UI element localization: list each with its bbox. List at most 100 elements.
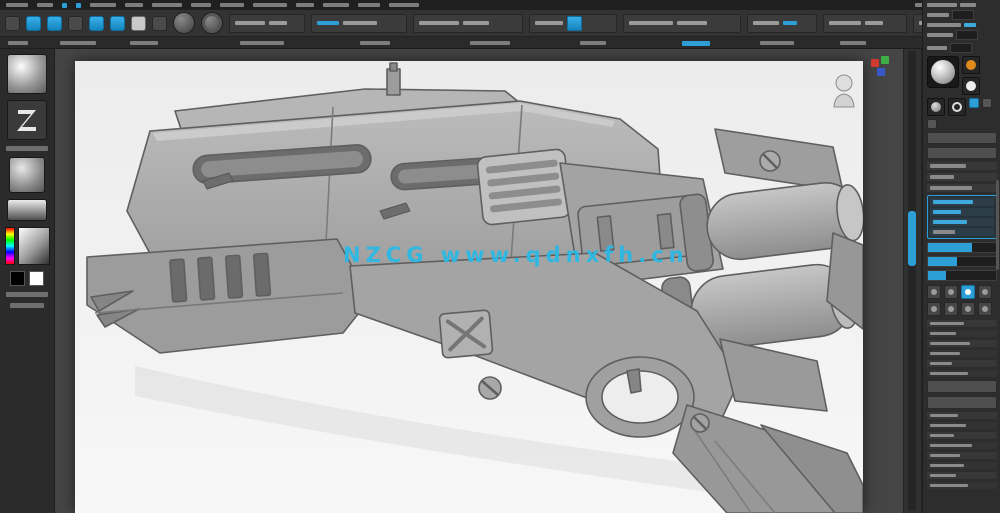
menu-blue-icon[interactable] [62, 3, 67, 8]
palette-section-row[interactable] [927, 482, 997, 489]
palette-wide-button[interactable] [927, 147, 997, 159]
palette-section-row[interactable] [927, 422, 997, 429]
palette-section-row[interactable] [927, 432, 997, 439]
menu-item[interactable] [152, 3, 182, 7]
menu-item[interactable] [253, 3, 287, 7]
brush-thumbnail[interactable] [7, 100, 47, 140]
palette-section-row[interactable] [927, 442, 997, 449]
saturation-value-box[interactable] [18, 227, 50, 265]
subbar-control[interactable] [760, 41, 794, 45]
menu-item[interactable] [323, 3, 349, 7]
mini-button-active[interactable] [969, 98, 979, 108]
tray-control[interactable] [6, 292, 48, 297]
tool-button-active[interactable] [89, 16, 104, 31]
bust-preview-icon[interactable] [831, 73, 857, 109]
value-box[interactable] [950, 43, 972, 53]
menu-item[interactable] [220, 3, 244, 7]
palette-section-row[interactable] [927, 462, 997, 469]
toolbar-group[interactable] [747, 14, 817, 33]
palette-header[interactable] [927, 13, 949, 17]
tool-button[interactable] [131, 16, 146, 31]
mini-button[interactable] [927, 119, 937, 129]
brush-alpha-icon[interactable] [201, 12, 223, 34]
value-box[interactable] [952, 10, 974, 20]
toolbar-group[interactable] [823, 14, 907, 33]
material-gray-icon[interactable] [927, 98, 945, 116]
gun-3d-model[interactable] [75, 61, 863, 513]
axis-x-icon[interactable] [871, 59, 879, 67]
subbar-control[interactable] [470, 41, 510, 45]
slider[interactable] [927, 242, 997, 253]
menu-item[interactable] [90, 3, 116, 7]
tool-button-active[interactable] [47, 16, 62, 31]
menu-item[interactable] [389, 3, 419, 7]
menu-item[interactable] [37, 3, 53, 7]
menu-item[interactable] [6, 3, 28, 7]
palette-row[interactable] [927, 162, 997, 170]
grid-button[interactable] [927, 285, 941, 299]
palette-section-row[interactable] [927, 472, 997, 479]
viewport[interactable]: NZCG www.qdnxfh.cn [55, 49, 905, 513]
palette-section-row[interactable] [927, 340, 997, 347]
palette-wide-button[interactable] [927, 396, 997, 409]
grid-button[interactable] [944, 285, 958, 299]
toolbar-group[interactable] [229, 14, 305, 33]
subbar-control[interactable] [360, 41, 390, 45]
axis-gizmo[interactable] [871, 56, 893, 78]
grid-button-active[interactable] [961, 285, 975, 299]
tool-button[interactable] [152, 16, 167, 31]
menu-blue-icon[interactable] [76, 3, 81, 8]
subbar-control[interactable] [240, 41, 284, 45]
palette-section-row[interactable] [927, 350, 997, 357]
active-tool-thumbnail[interactable] [927, 56, 959, 88]
material-ring-icon[interactable] [948, 98, 966, 116]
menu-item[interactable] [296, 3, 314, 7]
palette-section-row[interactable] [927, 330, 997, 337]
palette-section-row[interactable] [927, 412, 997, 419]
canvas-scrollbar[interactable] [903, 49, 922, 513]
palette-section-row[interactable] [927, 320, 997, 327]
axis-z-icon[interactable] [877, 68, 885, 76]
tool-button-active[interactable] [110, 16, 125, 31]
toolbar-group[interactable] [529, 14, 617, 33]
palette-header[interactable] [927, 23, 961, 27]
palette-row[interactable] [927, 184, 997, 192]
subbar-control[interactable] [840, 41, 866, 45]
material-white-icon[interactable] [962, 77, 980, 95]
palette-section-row[interactable] [927, 360, 997, 367]
gradient-thumbnail[interactable] [7, 199, 47, 221]
subbar-control[interactable] [8, 41, 28, 45]
subbar-control[interactable] [580, 41, 606, 45]
menu-item[interactable] [191, 3, 211, 7]
subtool-row[interactable] [930, 228, 994, 236]
grid-button[interactable] [927, 302, 941, 316]
subtool-row[interactable] [930, 208, 994, 216]
subtool-row-active[interactable] [930, 198, 994, 206]
grid-button[interactable] [978, 302, 992, 316]
subbar-control[interactable] [130, 41, 158, 45]
tool-button-active[interactable] [26, 16, 41, 31]
grid-button[interactable] [961, 302, 975, 316]
grid-button[interactable] [944, 302, 958, 316]
toolbar-group[interactable] [413, 14, 523, 33]
palette-header[interactable] [927, 3, 957, 7]
subbar-control[interactable] [60, 41, 96, 45]
palette-header-active[interactable] [964, 23, 976, 27]
palette-header[interactable] [960, 3, 976, 7]
palette-section-row[interactable] [927, 452, 997, 459]
palette-scrollbar[interactable] [996, 180, 999, 270]
secondary-color-swatch[interactable] [29, 271, 44, 286]
axis-y-icon[interactable] [881, 56, 889, 64]
menu-item[interactable] [125, 3, 143, 7]
tool-button[interactable] [68, 16, 83, 31]
palette-row[interactable] [927, 173, 997, 181]
toolbar-group[interactable] [623, 14, 741, 33]
scroll-thumb[interactable] [908, 211, 916, 266]
scroll-track[interactable] [908, 51, 916, 511]
brush-stroke-icon[interactable] [173, 12, 195, 34]
subtool-row[interactable] [930, 218, 994, 226]
material-orange-icon[interactable] [962, 56, 980, 74]
primary-color-swatch[interactable] [10, 271, 25, 286]
current-tool-thumbnail[interactable] [7, 54, 47, 94]
slider[interactable] [927, 256, 997, 267]
